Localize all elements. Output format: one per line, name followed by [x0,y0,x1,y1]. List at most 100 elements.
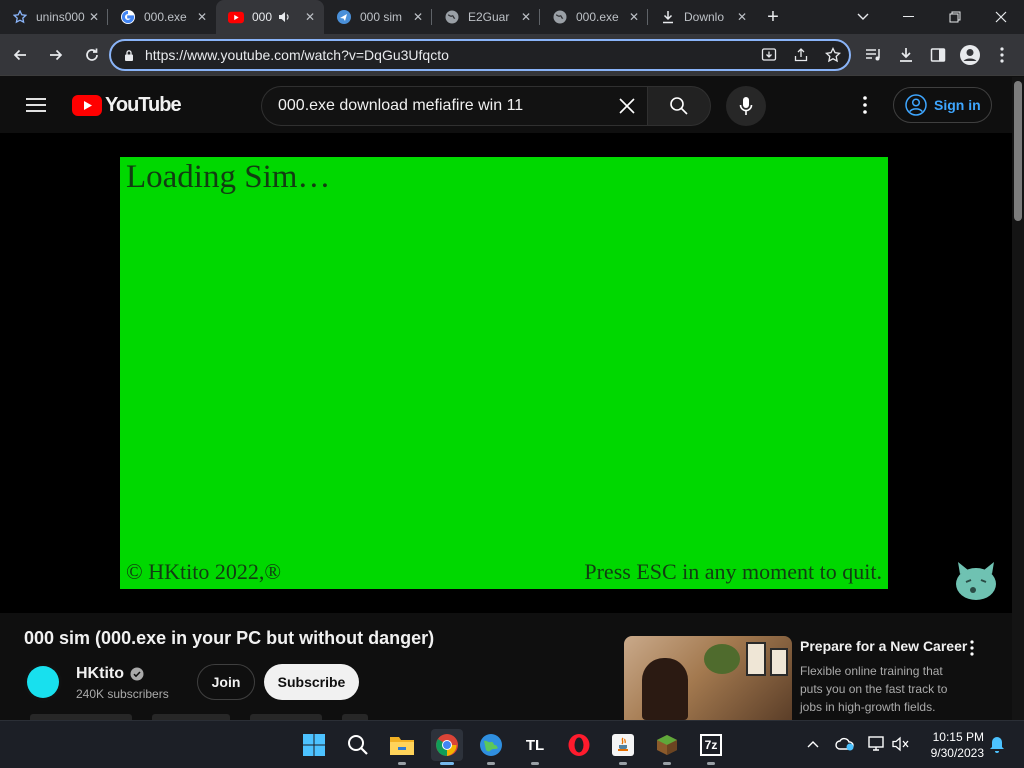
7zip-label: 7z [700,734,722,756]
clock-date: 9/30/2023 [930,746,984,760]
close-icon[interactable]: ✕ [518,9,534,25]
tab-label: 000.exe [576,10,619,24]
sign-in-button[interactable]: Sign in [893,87,992,123]
youtube-brand-text: YouTube [105,93,182,116]
tab-000-sim[interactable]: 000 sim ✕ [324,0,432,34]
bookmark-star-icon[interactable] [817,41,849,69]
onedrive-icon[interactable] [834,733,856,755]
tab-label: unins000 [36,10,85,24]
browser-right-tools [858,39,1018,71]
globe-icon [444,9,460,25]
close-icon[interactable]: ✕ [302,9,318,25]
tab-000exe[interactable]: 000.exe ✕ [540,0,648,34]
ad-thumbnail[interactable] [624,636,792,720]
tab-e2guar[interactable]: E2Guar ✕ [432,0,540,34]
back-icon[interactable] [4,39,36,71]
ad-title[interactable]: Prepare for a New Career [800,638,967,654]
minecraft-icon[interactable] [651,729,683,765]
page-scrollbar[interactable] [1012,77,1024,720]
new-tab-button[interactable]: + [756,0,790,34]
search-query-text[interactable]: 000.exe download mefiafire win 11 [278,97,607,115]
scrollbar-thumb[interactable] [1014,81,1022,221]
channel-avatar[interactable] [24,663,62,701]
java-icon[interactable] [607,729,639,765]
tab-unins000[interactable]: unins000 ✕ [0,0,108,34]
verified-badge-icon [130,667,144,681]
downloads-icon[interactable] [890,39,922,71]
close-icon[interactable]: ✕ [626,9,642,25]
tab-downloads[interactable]: Downlo ✕ [648,0,756,34]
search-icon [670,97,688,115]
system-clock[interactable]: 10:15 PM 9/30/2023 [920,729,984,761]
video-title: 000 sim (000.exe in your PC but without … [24,628,435,648]
tab-label: 000 sim [360,10,403,24]
search-button[interactable] [647,86,711,126]
reload-icon[interactable] [76,39,108,71]
window-controls [840,0,1024,34]
lock-icon[interactable] [121,49,137,62]
search-input[interactable]: 000.exe download mefiafire win 11 [261,86,647,126]
windows-taskbar: TL 7z 10:15 PM 9/30/2023 [0,720,1024,768]
install-app-icon[interactable] [753,41,785,69]
notifications-bell-icon[interactable] [986,733,1008,755]
close-icon[interactable]: ✕ [410,9,426,25]
search-box: 000.exe download mefiafire win 11 [261,86,711,126]
volume-muted-icon[interactable] [890,733,912,755]
download-icon [660,9,676,25]
url-text[interactable]: https://www.youtube.com/watch?v=DqGu3Ufq… [145,47,753,63]
tab-youtube-active[interactable]: 000 ✕ [216,0,324,34]
chrome-icon[interactable] [431,729,463,765]
youtube-icon [228,9,244,25]
account-circle-icon [904,93,928,117]
voice-search-button[interactable] [726,86,766,126]
video-frame[interactable]: Loading Sim… © HKtito 2022,® Press ESC i… [120,157,888,589]
ad-description: Flexible online training that puts you o… [800,664,948,714]
hamburger-menu-icon[interactable] [20,93,52,117]
youtube-logo[interactable]: YouTube [72,93,182,117]
tab-000exe-google[interactable]: 000.exe ✕ [108,0,216,34]
profile-icon[interactable] [954,39,986,71]
taskbar-search-icon[interactable] [342,729,374,761]
channel-name[interactable]: HKtito [76,665,144,683]
tl-app-label: TL [525,736,545,754]
browser-toolbar: https://www.youtube.com/watch?v=DqGu3Ufq… [0,34,1024,76]
speaker-icon[interactable] [276,9,292,25]
channel-name-text[interactable]: HKtito [76,665,124,683]
channel-watermark-icon[interactable] [954,560,998,602]
7zip-icon[interactable]: 7z [695,729,727,765]
restore-icon[interactable] [932,0,978,34]
tab-label: E2Guar [468,10,510,24]
ad-more-options-icon[interactable] [964,638,980,658]
share-icon[interactable] [785,41,817,69]
clear-search-icon[interactable] [607,87,647,125]
microphone-icon [739,97,753,115]
join-button[interactable]: Join [197,664,255,700]
globe-icon [552,9,568,25]
tab-search-icon[interactable] [840,0,886,34]
show-hidden-icons-chevron-icon[interactable] [802,733,824,755]
close-icon[interactable]: ✕ [194,9,210,25]
sign-in-label: Sign in [934,97,981,113]
side-panel-icon[interactable] [922,39,954,71]
sponsored-ad-card[interactable]: Prepare for a New Career Flexible online… [624,636,1012,720]
tl-app-icon[interactable]: TL [519,729,551,765]
file-explorer-icon[interactable] [386,729,418,765]
globe-app-icon[interactable] [475,729,507,765]
media-control-icon[interactable] [858,39,890,71]
close-icon[interactable]: ✕ [734,9,750,25]
address-bar[interactable]: https://www.youtube.com/watch?v=DqGu3Ufq… [109,39,851,71]
close-icon[interactable]: ✕ [86,9,102,25]
close-window-icon[interactable] [978,0,1024,34]
video-loading-text: Loading Sim… [126,159,331,195]
forward-icon[interactable] [40,39,72,71]
network-icon[interactable] [866,733,888,755]
video-quit-text: Press ESC in any moment to quit. [584,559,882,584]
chrome-menu-icon[interactable] [986,39,1018,71]
subscribe-button[interactable]: Subscribe [264,664,359,700]
settings-more-icon[interactable] [850,93,880,117]
opera-icon[interactable] [563,729,595,761]
minimize-icon[interactable] [886,0,932,34]
windows-start-icon[interactable] [298,729,330,761]
tab-label: 000.exe [144,10,187,24]
tab-label: 000 [252,10,273,24]
